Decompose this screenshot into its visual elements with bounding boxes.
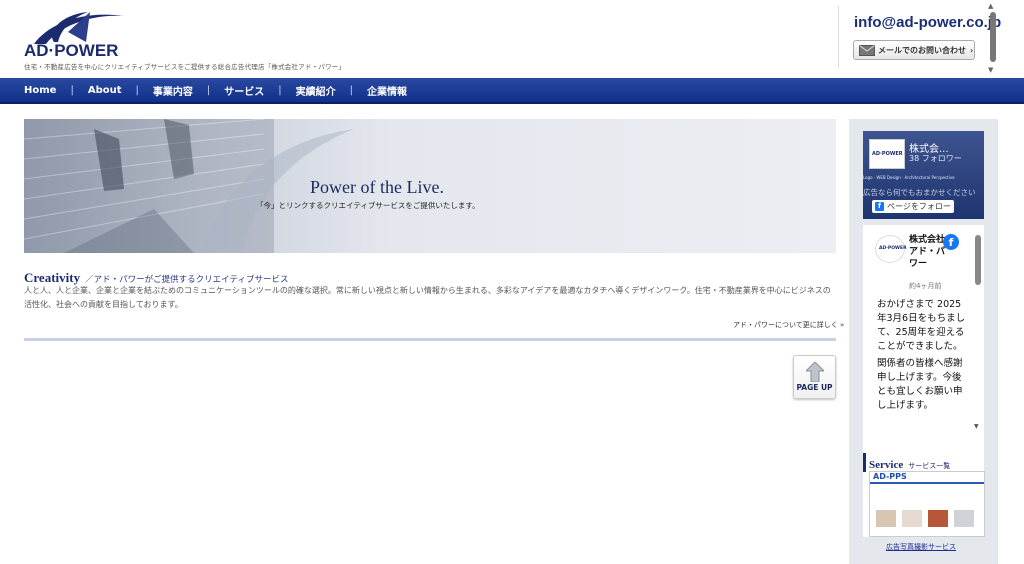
header-divider bbox=[838, 6, 839, 68]
follow-label: ページをフォロー bbox=[887, 202, 951, 211]
logo-text: AD·POWER bbox=[24, 41, 118, 60]
nav-separator: | bbox=[206, 84, 211, 96]
facebook-follow-button[interactable]: f ページをフォロー bbox=[872, 200, 954, 213]
post-paragraph: おかげさまで 2025年3月6日をもちまして、25周年を迎えることができました。 bbox=[877, 299, 966, 352]
thumbnail-photo bbox=[954, 510, 974, 527]
scroll-up-icon[interactable]: ▲ bbox=[988, 2, 993, 10]
section-divider bbox=[24, 338, 836, 341]
post-time[interactable]: 約4ヶ月前 bbox=[909, 281, 941, 291]
site-tagline: 住宅・不動産広告を中心にクリエイティブサービスをご提供する総合広告代理店「株式会… bbox=[24, 63, 346, 71]
post-avatar-text: AD·POWER bbox=[879, 246, 907, 251]
scroll-down-icon[interactable]: ▼ bbox=[974, 423, 979, 430]
post-avatar[interactable]: AD·POWER bbox=[875, 235, 907, 263]
nav-works[interactable]: 実績紹介 bbox=[296, 83, 336, 98]
service-thumbnail[interactable]: AD-PPS bbox=[869, 471, 985, 537]
page-up-label: PAGE UP bbox=[796, 383, 833, 392]
thumbnail-photo bbox=[928, 510, 948, 527]
nav-separator: | bbox=[70, 84, 74, 96]
service-title: Service bbox=[869, 459, 904, 471]
about-more-link[interactable]: アド・パワーについて更に詳しく » bbox=[733, 320, 844, 330]
nav-services[interactable]: サービス bbox=[224, 83, 264, 98]
site-header: AD·POWER 住宅・不動産広告を中心にクリエイティブサービスをご提供する総合… bbox=[0, 0, 1024, 78]
nav-home[interactable]: Home bbox=[24, 85, 56, 96]
nav-separator: | bbox=[278, 84, 282, 96]
scrollbar-thumb[interactable] bbox=[990, 12, 996, 62]
scroll-down-icon[interactable]: ▼ bbox=[988, 66, 993, 74]
post-body: おかげさまで 2025年3月6日をもちまして、25周年を迎えることができました。… bbox=[877, 298, 967, 416]
service-heading: Service サービス一覧 bbox=[863, 453, 950, 472]
page-up-button[interactable]: PAGE UP bbox=[793, 355, 836, 399]
service-caption-link[interactable]: 広告写真撮影サービス bbox=[886, 542, 956, 552]
arrow-up-icon bbox=[806, 362, 824, 382]
header-scrollbar[interactable]: ▲ ▼ bbox=[986, 0, 1000, 78]
thumbnail-photo bbox=[902, 510, 922, 527]
scrollbar-thumb[interactable] bbox=[975, 235, 981, 285]
facebook-logo-icon: f bbox=[943, 234, 959, 250]
mail-button-label: メールでのお問い合わせ bbox=[878, 45, 966, 55]
nav-separator: | bbox=[135, 84, 139, 96]
facebook-followers: 38 フォロワー bbox=[909, 154, 962, 163]
service-subtitle: サービス一覧 bbox=[908, 462, 951, 470]
nav-business[interactable]: 事業内容 bbox=[153, 83, 193, 98]
facebook-icon: f bbox=[875, 202, 884, 211]
creativity-heading: Creativity bbox=[24, 270, 81, 285]
envelope-icon bbox=[859, 44, 875, 56]
contact-email[interactable]: info@ad-power.co.jp bbox=[854, 14, 1001, 31]
post-paragraph: 関係者の皆様へ感謝申し上げます。今後とも宜しくお願い申し上げます。 bbox=[877, 358, 963, 411]
sidebar: AD·POWER 株式会... 38 フォロワー Logo · WEB Desi… bbox=[849, 119, 998, 564]
nav-company[interactable]: 企業情報 bbox=[367, 83, 407, 98]
avatar-logo-text: AD·POWER bbox=[872, 151, 903, 157]
chevron-right-icon: › bbox=[970, 45, 974, 55]
nav-separator: | bbox=[349, 84, 353, 96]
hero-title: Power of the Live. bbox=[310, 177, 444, 197]
post-author[interactable]: 株式会社アド・パワー bbox=[909, 234, 945, 270]
facebook-cover-caption: 広告なら何でもおまかせください bbox=[863, 188, 976, 197]
intro-body: 人と人、人と企業、企業と企業を結ぶためのコミュニケーションツールの的確な選択。常… bbox=[24, 286, 831, 309]
nav-about[interactable]: About bbox=[88, 85, 122, 96]
facebook-page-avatar[interactable]: AD·POWER bbox=[869, 139, 905, 169]
hero-subtitle: 「今」とリンクするクリエイティブサービスをご提供いたします。 bbox=[256, 201, 480, 210]
hero-banner: Power of the Live. 「今」とリンクするクリエイティブサービスを… bbox=[24, 119, 836, 253]
facebook-cover-strip: Logo · WEB Design · Architectural Perspe… bbox=[863, 175, 955, 180]
main-nav: Home | About | 事業内容 | サービス | 実績紹介 | 企業情報 bbox=[0, 78, 1024, 104]
service-thumbnail-title: AD-PPS bbox=[870, 472, 984, 484]
ad-power-logo[interactable]: AD·POWER bbox=[24, 8, 144, 60]
facebook-page-header[interactable]: AD·POWER 株式会... 38 フォロワー Logo · WEB Desi… bbox=[863, 131, 984, 219]
mail-contact-button[interactable]: メールでのお問い合わせ › bbox=[853, 40, 975, 60]
thumbnail-photo bbox=[876, 510, 896, 527]
